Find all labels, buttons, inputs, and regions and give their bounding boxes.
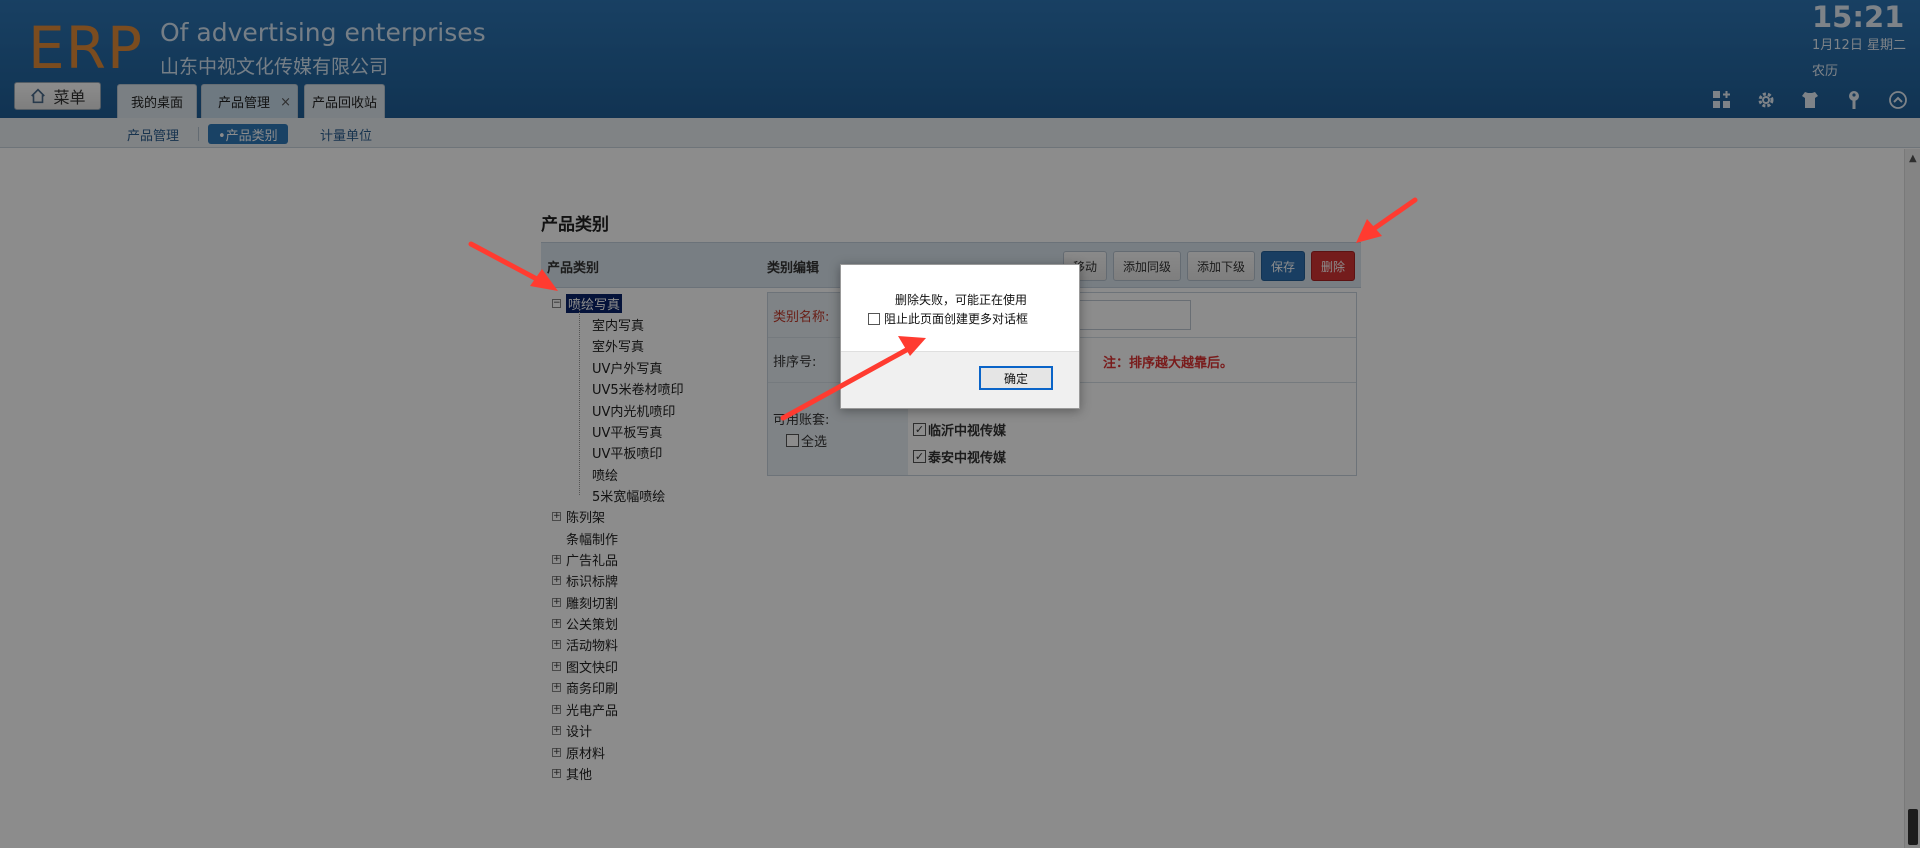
checkbox-icon[interactable] bbox=[868, 312, 880, 325]
suppress-dialogs-checkbox[interactable]: 阻止此页面创建更多对话框 bbox=[868, 310, 1028, 327]
dialog-footer: 确定 bbox=[841, 351, 1079, 408]
modal-overlay bbox=[0, 0, 1920, 848]
alert-dialog: 删除失败，可能正在使用 阻止此页面创建更多对话框 确定 bbox=[840, 264, 1080, 409]
suppress-dialogs-label: 阻止此页面创建更多对话框 bbox=[884, 312, 1029, 326]
dialog-message: 删除失败，可能正在使用 bbox=[895, 293, 1028, 307]
ok-button[interactable]: 确定 bbox=[979, 366, 1053, 390]
